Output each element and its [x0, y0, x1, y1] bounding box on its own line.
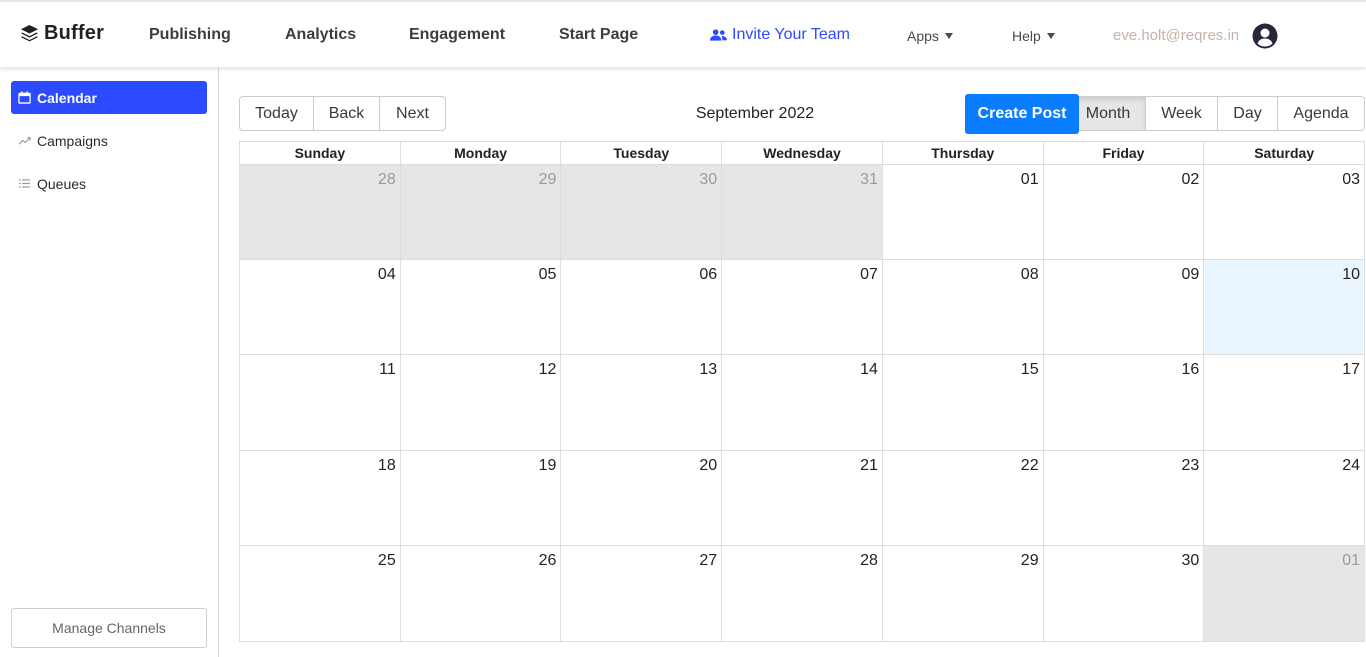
- weekday-header: Sunday Monday Tuesday Wednesday Thursday…: [240, 142, 1364, 165]
- manage-channels-button[interactable]: Manage Channels: [11, 608, 207, 648]
- apps-label: Apps: [907, 28, 939, 44]
- calendar-day-cell[interactable]: 30: [560, 165, 722, 260]
- sidebar-item-label: Queues: [37, 175, 87, 192]
- user-avatar-icon[interactable]: [1252, 23, 1278, 49]
- view-month-button[interactable]: Month: [1070, 96, 1146, 131]
- calendar-day-cell[interactable]: 15: [881, 355, 1043, 450]
- sidebar: Calendar Campaigns Queues Manage Channel…: [0, 67, 219, 657]
- calendar-week-row: 28 29 30 31 01 02 03: [240, 165, 1364, 261]
- sidebar-item-calendar[interactable]: Calendar: [11, 81, 207, 114]
- trend-icon: [18, 137, 31, 145]
- weekday-saturday: Saturday: [1203, 142, 1364, 164]
- calendar-day-cell[interactable]: 12: [399, 355, 561, 450]
- calendar-day-cell[interactable]: 22: [881, 450, 1043, 545]
- calendar-day-cell[interactable]: 08: [881, 260, 1043, 355]
- next-button[interactable]: Next: [379, 96, 446, 131]
- weekday-sunday: Sunday: [294, 145, 346, 161]
- weekday-wednesday: Wednesday: [721, 142, 882, 164]
- calendar-weeks: 28 29 30 31 01 02 03 04 05 06 07 08 09 10 11 12 13 14 15 16…: [240, 165, 1365, 641]
- logo-text: Buffer: [44, 22, 105, 44]
- navigation-button-group: Today Back Next: [239, 96, 446, 131]
- invite-team-link[interactable]: Invite Your Team: [710, 26, 850, 44]
- weekday-thursday: Thursday: [881, 142, 1043, 164]
- help-label: Help: [1012, 28, 1041, 44]
- calendar-week-row: 18 19 20 21 22 23 24: [240, 450, 1364, 546]
- list-icon: [18, 179, 31, 188]
- view-agenda-button[interactable]: Agenda: [1277, 96, 1365, 131]
- sidebar-item-label: Calendar: [37, 89, 97, 106]
- calendar-day-cell[interactable]: 05: [399, 260, 561, 355]
- calendar-day-cell[interactable]: 23: [1042, 450, 1204, 545]
- sidebar-item-queues[interactable]: Queues: [11, 167, 207, 200]
- calendar-day-today[interactable]: 10: [1203, 260, 1365, 355]
- calendar-day-cell[interactable]: 06: [560, 260, 721, 355]
- buffer-logo[interactable]: Buffer: [20, 22, 104, 45]
- invite-team-label: Invite Your Team: [732, 26, 851, 43]
- nav-analytics[interactable]: Analytics: [285, 26, 356, 44]
- calendar-day-cell[interactable]: 04: [240, 260, 400, 354]
- calendar-day-cell[interactable]: 09: [1042, 260, 1204, 355]
- help-dropdown[interactable]: Help: [1012, 28, 1055, 44]
- caret-down-icon: [944, 33, 953, 39]
- calendar-day-cell[interactable]: 17: [1203, 355, 1364, 450]
- users-icon: [710, 29, 727, 41]
- calendar-day-cell[interactable]: 28: [721, 545, 882, 641]
- nav-publishing[interactable]: Publishing: [149, 26, 231, 44]
- weekday-monday: Monday: [399, 142, 561, 164]
- view-week-button[interactable]: Week: [1145, 96, 1218, 131]
- calendar-day-cell[interactable]: 29: [881, 545, 1043, 641]
- calendar-day-cell[interactable]: 21: [721, 450, 882, 545]
- calendar-day-cell[interactable]: 11: [240, 355, 400, 449]
- calendar-day-cell[interactable]: 25: [240, 546, 400, 641]
- sidebar-item-label: Campaigns: [37, 132, 108, 149]
- today-button[interactable]: Today: [239, 96, 314, 131]
- top-navbar: Buffer Publishing Analytics Engagement S…: [0, 0, 1366, 67]
- calendar-day-cell[interactable]: 24: [1203, 450, 1364, 545]
- calendar-day-cell[interactable]: 31: [721, 165, 882, 260]
- calendar-week-row: 11 12 13 14 15 16 17: [240, 355, 1364, 451]
- calendar-day-cell[interactable]: 02: [1042, 165, 1204, 260]
- calendar-week-row: 25 26 27 28 29 30 01: [240, 545, 1365, 641]
- caret-down-icon: [1046, 33, 1055, 39]
- back-button[interactable]: Back: [313, 96, 380, 131]
- user-email: eve.holt@reqres.in: [1113, 27, 1240, 44]
- calendar-day-cell[interactable]: 14: [721, 355, 882, 450]
- month-calendar: Sunday Monday Tuesday Wednesday Thursday…: [239, 141, 1365, 642]
- weekday-tuesday: Tuesday: [560, 142, 721, 164]
- calendar-day-cell[interactable]: 30: [1042, 545, 1204, 641]
- calendar-day-cell[interactable]: 28: [240, 165, 400, 260]
- calendar-day-cell[interactable]: 20: [560, 450, 721, 545]
- view-button-group: Month Week Day Agenda: [1070, 96, 1365, 131]
- current-month-label: September 2022: [695, 105, 815, 122]
- buffer-logo-icon: [20, 24, 39, 42]
- apps-dropdown[interactable]: Apps: [907, 28, 953, 44]
- create-post-button[interactable]: Create Post: [965, 94, 1079, 134]
- calendar-day-cell[interactable]: 19: [399, 450, 561, 545]
- calendar-day-cell[interactable]: 16: [1042, 355, 1204, 450]
- calendar-day-cell[interactable]: 13: [560, 355, 721, 450]
- calendar-day-cell[interactable]: 18: [240, 451, 400, 545]
- calendar-day-cell[interactable]: 03: [1203, 165, 1364, 260]
- calendar-day-cell[interactable]: 29: [399, 165, 561, 260]
- weekday-friday: Friday: [1042, 142, 1204, 164]
- nav-engagement[interactable]: Engagement: [409, 26, 505, 44]
- calendar-day-cell[interactable]: 26: [399, 545, 561, 641]
- view-day-button[interactable]: Day: [1217, 96, 1278, 131]
- calendar-icon: [18, 91, 31, 104]
- calendar-day-cell[interactable]: 01: [881, 165, 1043, 260]
- calendar-day-cell[interactable]: 27: [560, 545, 721, 641]
- nav-start-page[interactable]: Start Page: [559, 26, 638, 44]
- calendar-day-cell[interactable]: 01: [1203, 545, 1365, 641]
- calendar-day-cell[interactable]: 07: [721, 260, 882, 355]
- calendar-week-row: 04 05 06 07 08 09 10: [240, 260, 1365, 356]
- sidebar-item-campaigns[interactable]: Campaigns: [11, 124, 207, 157]
